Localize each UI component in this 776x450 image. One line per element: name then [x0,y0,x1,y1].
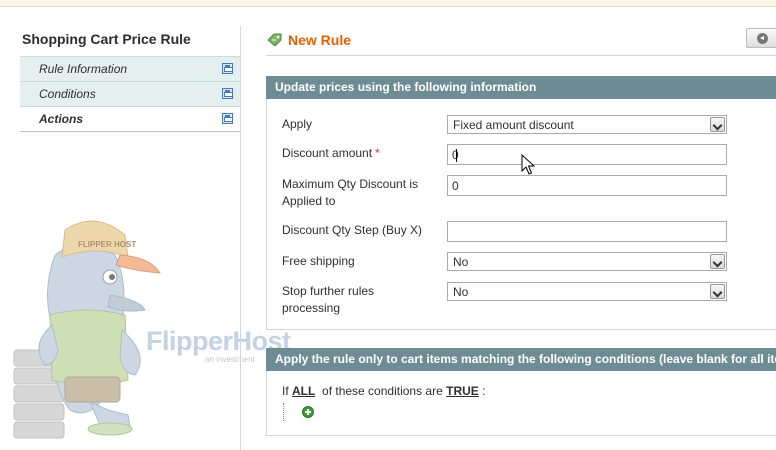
save-icon [222,113,233,124]
conditions-prefix: If [282,384,289,398]
watermark-tagline: an investment [205,355,255,364]
mouse-cursor-icon [521,154,535,175]
add-condition-icon[interactable] [302,406,314,418]
free-shipping-label: Free shipping [282,254,355,268]
conditions-statement: If ALL of these conditions are TRUE : [282,384,485,398]
page-title: New Rule [288,32,352,48]
stop-rules-label-line1: Stop further rules [282,284,375,298]
chevron-down-icon [710,284,725,299]
max-qty-input[interactable] [447,175,727,196]
max-qty-label-line1: Maximum Qty Discount is [282,177,419,191]
sidebar-tabs: Rule Information Conditions Actions [20,56,241,132]
conditions-tree-line [283,403,284,421]
qty-step-input[interactable] [447,221,727,242]
sidebar: Shopping Cart Price Rule Rule Informatio… [20,26,241,132]
value-toggle[interactable]: TRUE [446,384,479,398]
header-divider [266,55,776,56]
sidebar-item-conditions[interactable]: Conditions [20,82,241,107]
sidebar-item-actions[interactable]: Actions [20,107,241,132]
cap-text: FLIPPER HOST [78,240,136,249]
sidebar-divider [240,26,241,450]
max-qty-label: Maximum Qty Discount is Applied to [282,176,418,210]
discount-amount-input[interactable] [447,144,727,165]
qty-step-label: Discount Qty Step (Buy X) [282,223,423,237]
back-button[interactable] [746,28,776,48]
required-marker: * [375,146,380,160]
back-arrow-icon [757,33,768,44]
conditions-fieldset-legend: Apply the rule only to cart items matchi… [266,348,776,371]
save-icon [222,88,233,99]
top-notice-strip [0,0,776,7]
max-qty-label-line2: Applied to [282,194,336,208]
stop-rules-select[interactable]: No [447,282,727,301]
chevron-down-icon [710,254,725,269]
discount-amount-label: Discount amount * [282,145,380,162]
rule-tag-icon [267,33,282,46]
apply-label: Apply [282,117,313,131]
chevron-down-icon [710,117,725,132]
discount-amount-label-text: Discount amount [282,146,373,160]
stop-rules-select-value: No [453,285,469,299]
actions-fieldset-legend: Update prices using the following inform… [266,76,776,99]
free-shipping-select-value: No [453,255,469,269]
apply-select-value: Fixed amount discount [453,118,574,132]
watermark-brand-flipper: Flipper [146,326,233,356]
conditions-suffix: : [482,384,486,398]
sidebar-title: Shopping Cart Price Rule [22,31,191,47]
stop-rules-label-line2: processing [282,301,341,315]
save-icon [222,63,233,74]
text-caret [456,149,457,162]
apply-select[interactable]: Fixed amount discount [447,115,727,134]
conditions-middle: of these conditions are [322,384,443,398]
sidebar-item-label: Conditions [39,87,96,101]
stop-rules-label: Stop further rules processing [282,283,374,317]
free-shipping-select[interactable]: No [447,252,727,271]
sidebar-item-rule-information[interactable]: Rule Information [20,57,241,82]
aggregator-toggle[interactable]: ALL [292,384,315,398]
sidebar-item-label: Rule Information [39,62,128,76]
sidebar-item-label: Actions [39,112,84,126]
